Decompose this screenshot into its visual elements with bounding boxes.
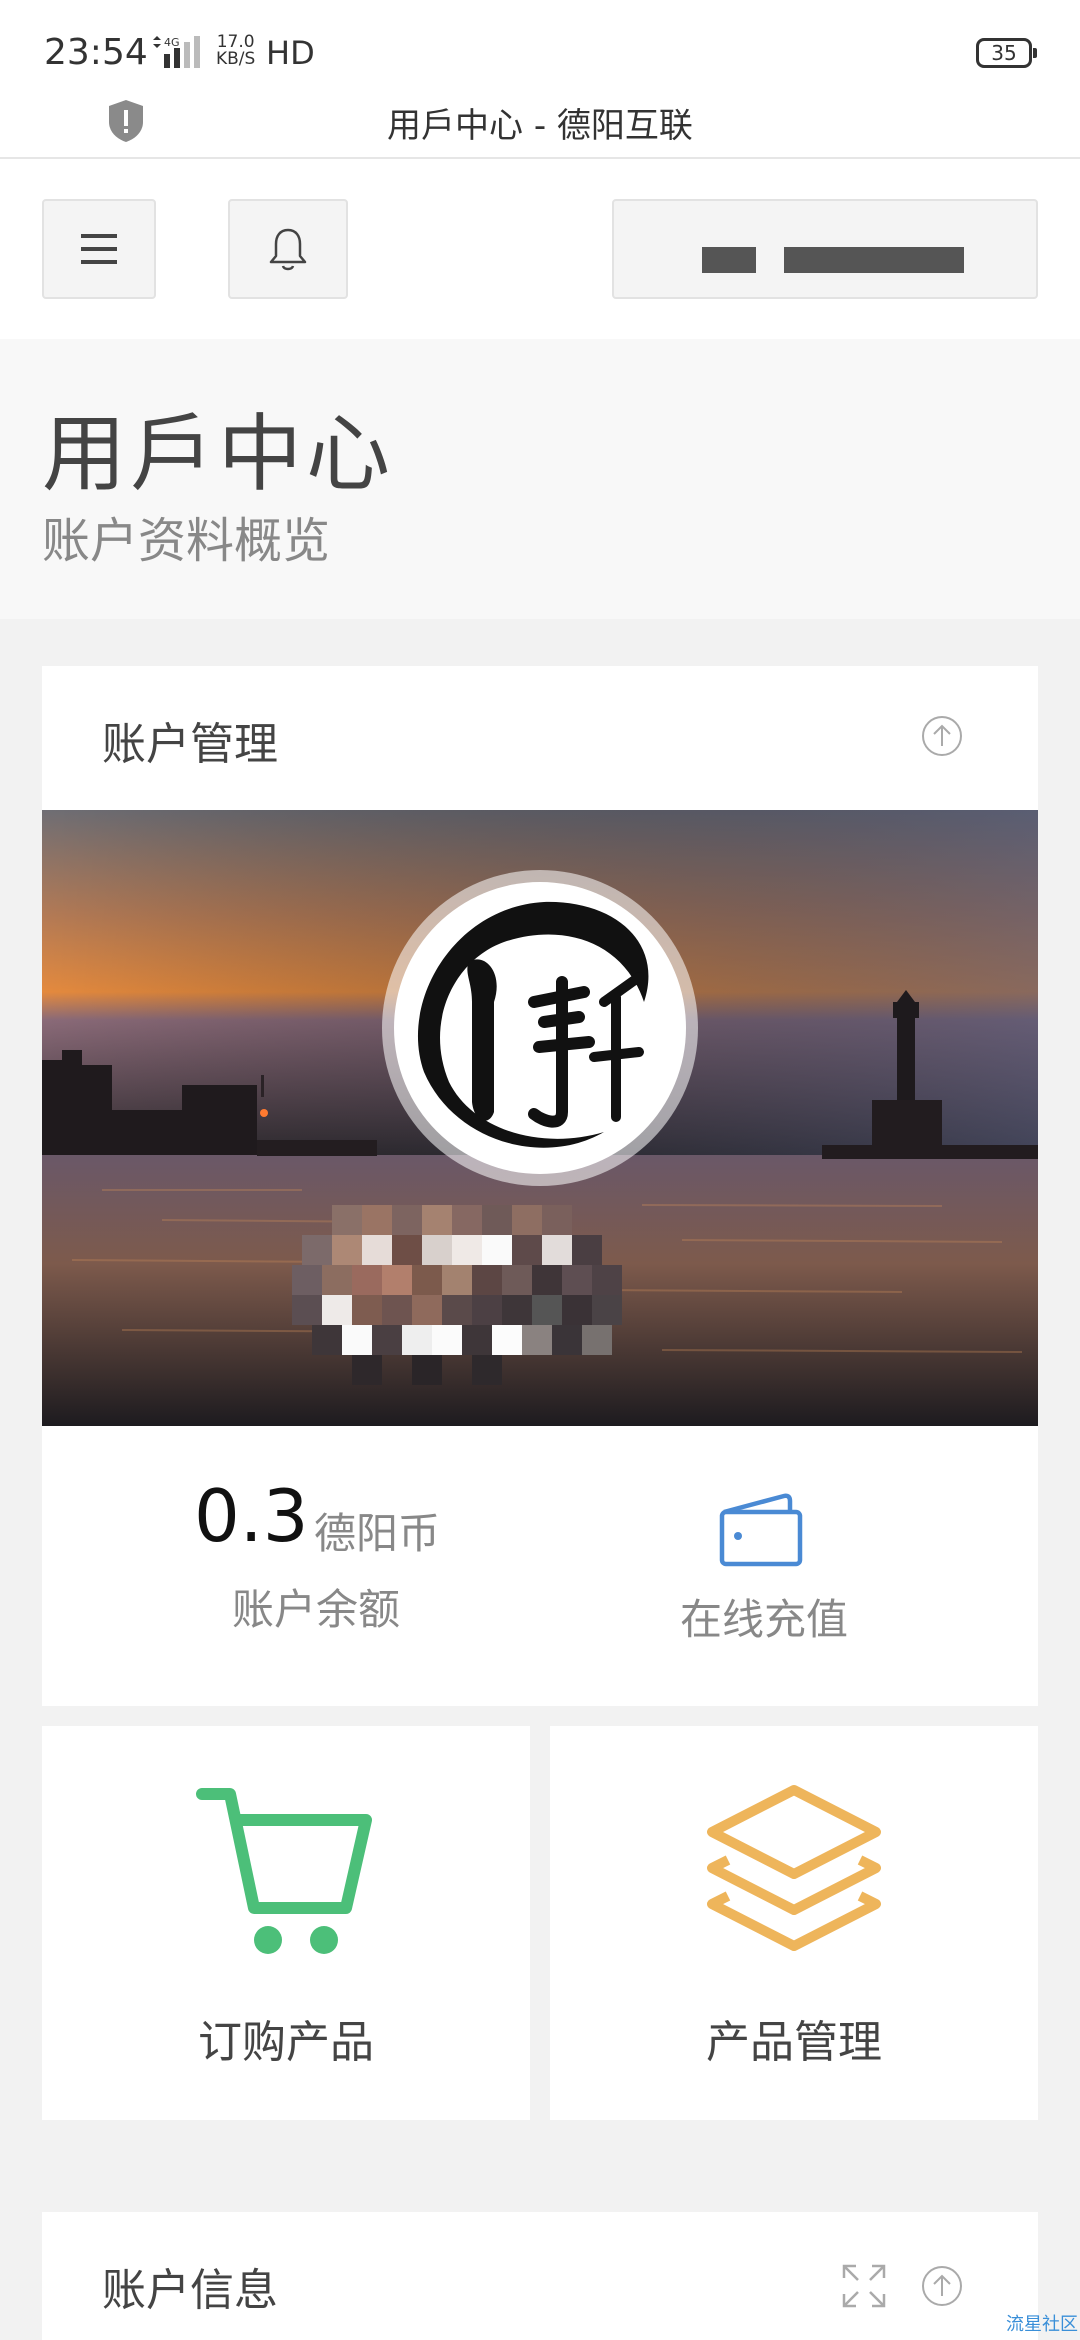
card-title: 账户管理 (102, 719, 278, 770)
menu-button[interactable] (42, 199, 156, 299)
wallet-icon[interactable] (718, 1490, 804, 1570)
balance-value: 0.3 (194, 1474, 309, 1558)
product-management-tile[interactable]: 产品管理 (550, 1726, 1038, 2120)
avatar[interactable] (394, 882, 686, 1174)
battery-level: 35 (991, 41, 1017, 65)
hamburger-icon (81, 234, 117, 264)
profile-banner (42, 810, 1038, 1426)
card-title: 账户信息 (102, 2265, 278, 2316)
account-management-card: 账户管理 0.3 德阳币 账户余额 在线充值 (42, 666, 1038, 1706)
signal-icon: 4G (153, 36, 200, 68)
tile-label: 订购产品 (198, 2017, 374, 2068)
page-header: 用戶中心 账户资料概览 (0, 339, 1080, 619)
fullscreen-icon[interactable] (840, 2262, 888, 2310)
browser-page-title: 用戶中心 - 德阳互联 (387, 106, 693, 146)
network-speed: 17.0 KB/S (216, 34, 255, 68)
hd-indicator: HD (266, 34, 315, 72)
redacted-nickname-mosaic (292, 1205, 622, 1385)
tile-label: 产品管理 (706, 2017, 882, 2068)
bell-icon (269, 228, 307, 271)
svg-text:4G: 4G (164, 36, 180, 49)
balance-unit: 德阳币 (314, 1509, 441, 1558)
page-title: 用戶中心 (42, 405, 395, 503)
online-recharge-button[interactable]: 在线充值 (680, 1586, 848, 1647)
balance-label: 账户余额 (232, 1585, 401, 1634)
account-info-card: 账户信息 (42, 2212, 1038, 2340)
redacted-username (702, 247, 756, 273)
calligraphy-logo-icon (417, 901, 649, 1148)
notifications-button[interactable] (228, 199, 348, 299)
watermark: 流星社区 (1006, 2314, 1078, 2335)
page-subtitle: 账户资料概览 (42, 513, 331, 569)
speed-unit: KB/S (216, 49, 256, 69)
status-time: 23:54 (44, 32, 148, 73)
collapse-arrow-icon[interactable] (920, 2264, 964, 2308)
avatar-ring (382, 870, 698, 1186)
battery-icon: 35 (976, 38, 1037, 68)
status-bar: 23:54 4G 17.0 KB/S HD 35 (0, 0, 1080, 100)
cart-icon (196, 1788, 372, 1954)
layers-icon (707, 1785, 881, 1951)
order-products-tile[interactable]: 订购产品 (42, 1726, 530, 2120)
collapse-arrow-icon[interactable] (920, 714, 964, 758)
user-account-button[interactable] (612, 199, 1038, 299)
top-navigation (0, 159, 1080, 339)
redacted-username (784, 247, 964, 273)
